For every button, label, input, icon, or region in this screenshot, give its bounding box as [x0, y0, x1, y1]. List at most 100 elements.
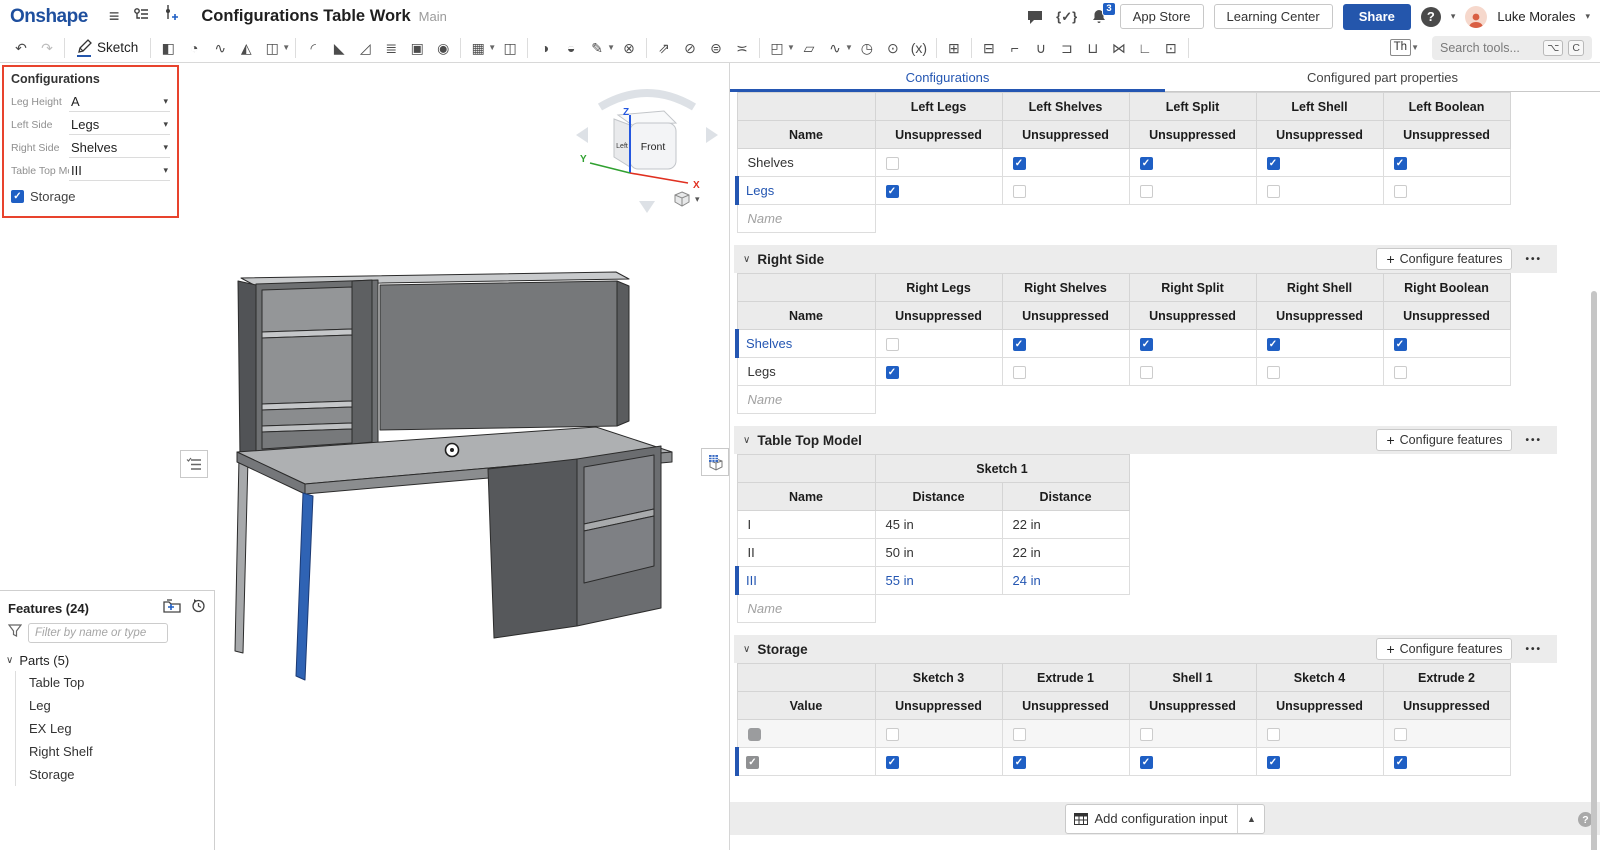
checkbox[interactable]: ✓ [746, 756, 759, 769]
config-input-select[interactable]: III▾ [69, 160, 170, 181]
loft-icon[interactable]: ◭ [233, 34, 259, 62]
row-name-cell[interactable]: Shelves [737, 330, 875, 358]
chevron-down-icon[interactable]: ▼ [787, 43, 795, 52]
undo-button[interactable]: ↶ [8, 34, 34, 62]
checkbox[interactable]: ✓ [1267, 157, 1280, 170]
value-cell[interactable]: ✓ [1383, 330, 1510, 358]
insert-folder-icon[interactable] [163, 599, 181, 618]
chevron-down-icon[interactable]: ▼ [607, 43, 615, 52]
checkbox[interactable] [1267, 728, 1280, 741]
new-row-name-input[interactable]: Name [737, 205, 875, 233]
extrude-icon[interactable]: ◧ [155, 34, 181, 62]
configure-features-button[interactable]: +Configure features [1376, 638, 1512, 660]
config-input-select[interactable]: Legs▾ [69, 114, 170, 135]
checkbox[interactable]: ✓ [1140, 756, 1153, 769]
value-cell[interactable] [1129, 177, 1256, 205]
checkbox[interactable]: ✓ [1267, 756, 1280, 769]
features-list-toggle[interactable] [180, 450, 208, 478]
checkbox[interactable]: ✓ [1394, 157, 1407, 170]
checkbox[interactable]: ✓ [1394, 756, 1407, 769]
value-cell[interactable]: ✓ [1129, 748, 1256, 776]
value-cell[interactable]: ✓ [875, 358, 1002, 386]
chamfer-icon[interactable]: ◣ [326, 34, 352, 62]
boolean-icon[interactable]: ◑ [532, 34, 558, 62]
value-cell[interactable]: ✓ [1256, 748, 1383, 776]
parts-group[interactable]: ∨ Parts (5) [6, 649, 214, 671]
value-cell[interactable]: ✓ [1129, 149, 1256, 177]
checkbox[interactable]: ✓ [1013, 338, 1026, 351]
hem-icon[interactable]: ∪ [1028, 34, 1054, 62]
value-cell[interactable] [1129, 358, 1256, 386]
row-name-cell[interactable]: Shelves [737, 149, 875, 177]
value-cell[interactable] [1002, 720, 1129, 748]
chevron-down-icon[interactable]: ▼ [282, 43, 290, 52]
project-icon[interactable]: ⊙ [880, 34, 906, 62]
value-cell[interactable]: ✓ [1002, 748, 1129, 776]
row-name-cell[interactable]: Legs [737, 177, 875, 205]
storage-checkbox[interactable]: ✓ [11, 190, 24, 203]
mirror-icon[interactable]: ◫ [497, 34, 523, 62]
checkbox[interactable] [1267, 366, 1280, 379]
value-cell[interactable] [1002, 358, 1129, 386]
row-name-cell[interactable]: ✓ [737, 748, 875, 776]
part-item-table-top[interactable]: Table Top [29, 671, 214, 694]
value-cell[interactable] [1383, 358, 1510, 386]
new-row-name-input[interactable]: Name [737, 595, 875, 623]
checkbox[interactable]: ✓ [1267, 338, 1280, 351]
checkbox[interactable] [1394, 185, 1407, 198]
checkbox[interactable]: ✓ [886, 756, 899, 769]
finish-sheet-metal-icon[interactable]: ⊡ [1158, 34, 1184, 62]
section-menu-button[interactable]: ••• [1519, 644, 1548, 655]
value-cell[interactable] [1256, 177, 1383, 205]
search-tools-input[interactable]: Search tools... ⌥ C [1432, 36, 1592, 60]
move-face-icon[interactable]: ⇗ [651, 34, 677, 62]
checkbox[interactable]: ✓ [1140, 157, 1153, 170]
part-item-right-shelf[interactable]: Right Shelf [29, 740, 214, 763]
value-cell[interactable]: ✓ [1383, 149, 1510, 177]
new-row-name-input[interactable]: Name [737, 386, 875, 414]
storage-checkbox-row[interactable]: ✓ Storage [11, 184, 170, 208]
checkbox[interactable] [886, 157, 899, 170]
plane-icon[interactable]: ▱ [796, 34, 822, 62]
value-cell[interactable] [1256, 720, 1383, 748]
value-cell[interactable]: 55 in [875, 567, 1002, 595]
featurescript-icon[interactable]: {✓} [1056, 6, 1078, 28]
hole-icon[interactable]: ◉ [430, 34, 456, 62]
replace-face-icon[interactable]: ⊜ [703, 34, 729, 62]
help-caret-icon[interactable]: ▾ [1451, 11, 1456, 22]
checkbox[interactable] [886, 338, 899, 351]
rollback-history-icon[interactable] [191, 598, 206, 618]
value-cell[interactable]: 24 in [1002, 567, 1129, 595]
notifications-icon[interactable]: 3 [1088, 6, 1110, 28]
frame-icon[interactable]: ⊞ [941, 34, 967, 62]
redo-button[interactable]: ↷ [34, 34, 60, 62]
checkbox[interactable]: ✓ [886, 185, 899, 198]
help-icon[interactable]: ? [1421, 7, 1441, 27]
tool-group-switcher[interactable]: Th ▼ [1390, 39, 1420, 56]
filter-icon[interactable] [8, 624, 22, 642]
checkbox[interactable] [1140, 728, 1153, 741]
row-name-cell[interactable] [737, 720, 875, 748]
checkbox[interactable] [1267, 185, 1280, 198]
checkbox[interactable]: ✓ [886, 366, 899, 379]
value-cell[interactable]: 50 in [875, 539, 1002, 567]
learning-center-button[interactable]: Learning Center [1214, 4, 1333, 29]
checkbox[interactable] [1013, 366, 1026, 379]
value-cell[interactable]: ✓ [1256, 330, 1383, 358]
chevron-down-icon[interactable]: ▼ [488, 43, 496, 52]
part-item-storage[interactable]: Storage [29, 763, 214, 786]
value-cell[interactable] [875, 330, 1002, 358]
user-menu-caret-icon[interactable]: ▾ [1585, 11, 1590, 22]
view-options-menu[interactable]: ▾ [674, 191, 700, 207]
sweep-icon[interactable]: ∿ [207, 34, 233, 62]
joint-icon[interactable]: ⋈ [1106, 34, 1132, 62]
checkbox[interactable] [748, 728, 761, 741]
rib-icon[interactable]: ≣ [378, 34, 404, 62]
row-name-cell[interactable]: I [737, 511, 875, 539]
value-cell[interactable]: ✓ [1002, 330, 1129, 358]
insert-node-icon[interactable] [164, 0, 178, 33]
checkbox[interactable] [1394, 728, 1407, 741]
variable-icon[interactable]: (x) [906, 34, 932, 62]
offset-surface-icon[interactable]: ≍ [729, 34, 755, 62]
chevron-up-icon[interactable]: ▲ [1238, 814, 1264, 824]
